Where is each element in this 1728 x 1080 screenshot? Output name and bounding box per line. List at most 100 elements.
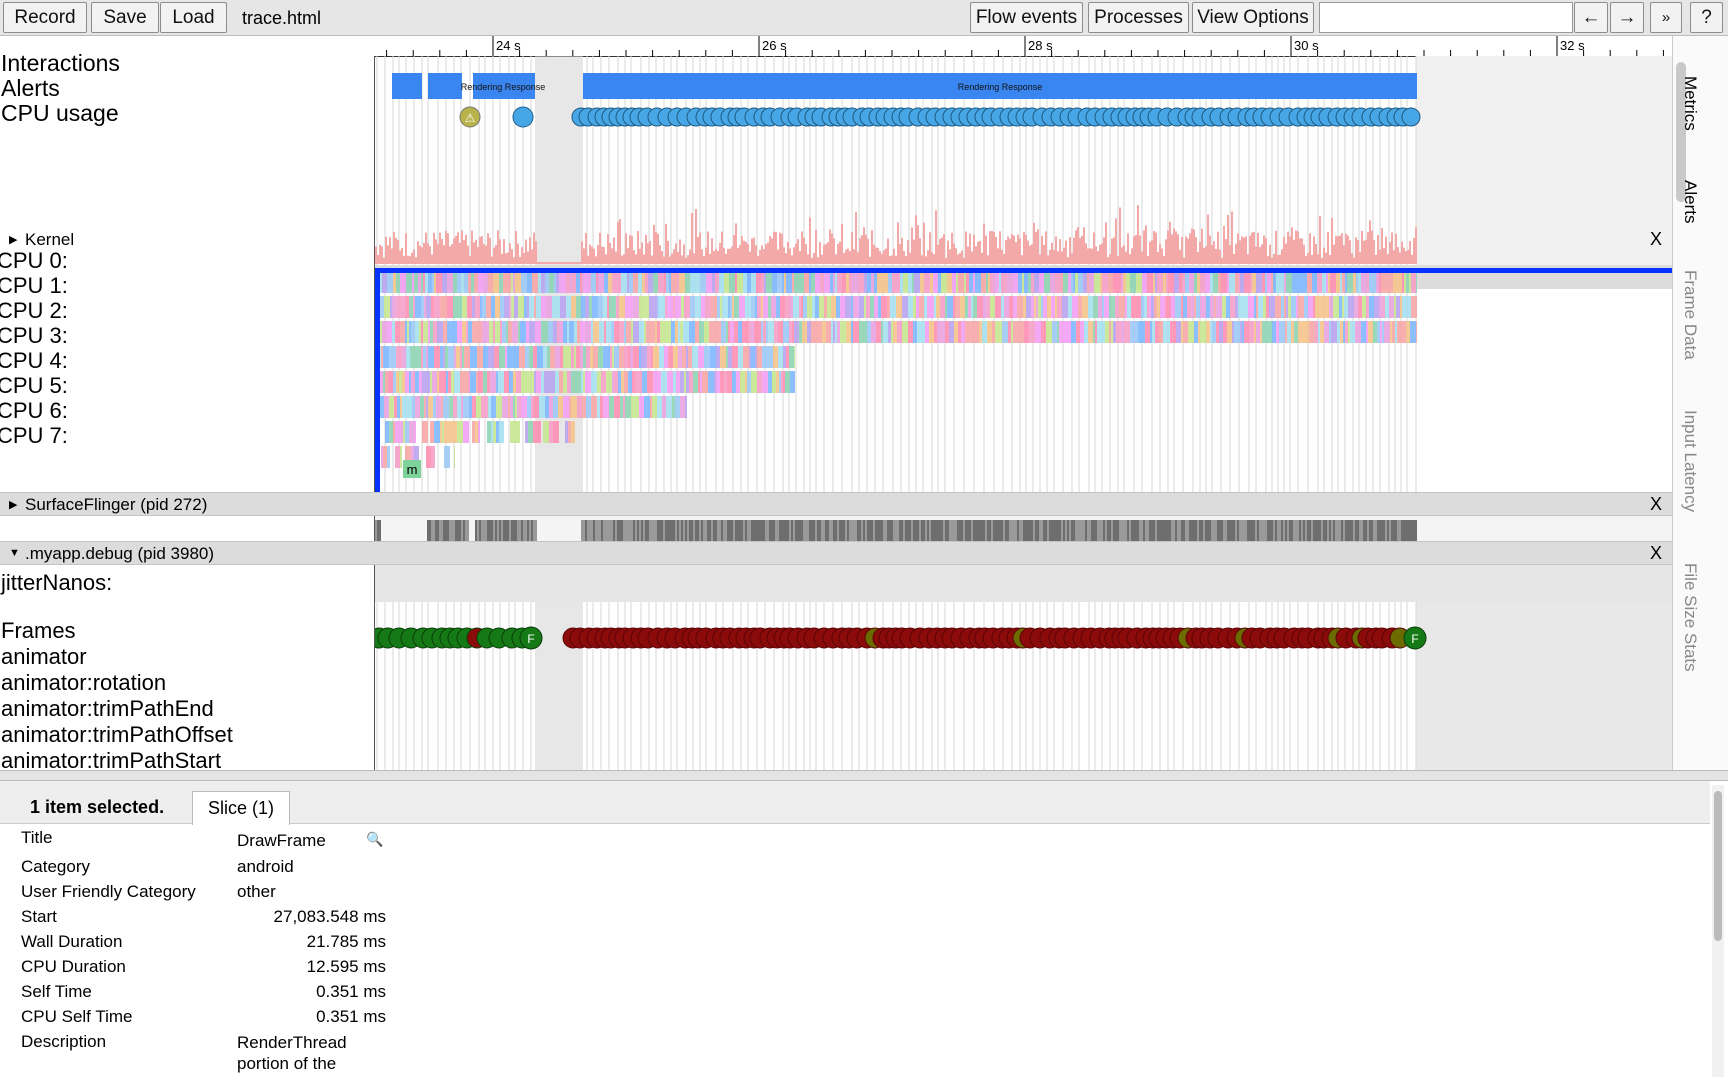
interaction-slice[interactable] bbox=[428, 73, 462, 99]
collapse-triangle-icon[interactable]: ▼ bbox=[9, 547, 20, 559]
surfaceflinger-slice bbox=[1413, 520, 1415, 542]
side-tab-frame-data[interactable]: Frame Data bbox=[1680, 270, 1700, 360]
cpu-slice bbox=[1383, 296, 1385, 318]
find-next-button[interactable]: → bbox=[1610, 2, 1644, 33]
cpu-slice bbox=[837, 321, 840, 343]
cpu-slice bbox=[1099, 321, 1105, 343]
surfaceflinger-slice bbox=[919, 520, 921, 542]
cpu-slice bbox=[1285, 321, 1287, 343]
cpu-slice bbox=[638, 271, 642, 293]
cpu-label: CPU 0: bbox=[0, 248, 68, 273]
surfaceflinger-slice bbox=[1171, 520, 1173, 542]
cpu-slice bbox=[569, 371, 571, 393]
search-icon[interactable]: 🔍 bbox=[366, 831, 383, 848]
save-button[interactable]: Save bbox=[91, 2, 159, 33]
flow-events-button[interactable]: Flow events bbox=[970, 2, 1083, 33]
analysis-scrollbar-thumb[interactable] bbox=[1714, 791, 1722, 941]
cpu-slice bbox=[929, 296, 934, 318]
surfaceflinger-slice bbox=[861, 520, 863, 542]
side-tab-alerts[interactable]: Alerts bbox=[1680, 180, 1700, 223]
cpu-slice bbox=[971, 321, 977, 343]
record-button[interactable]: Record bbox=[3, 2, 87, 33]
cpu-usage-bar bbox=[1253, 231, 1255, 264]
cpu-slice bbox=[1394, 296, 1396, 318]
cpu-usage-bar bbox=[1143, 230, 1145, 264]
cpu-slice bbox=[513, 346, 519, 368]
cpu-usage-bar bbox=[1283, 236, 1285, 264]
cpu-usage-bar bbox=[1401, 241, 1403, 264]
surfaceflinger-slice bbox=[1399, 520, 1401, 542]
myapp-close-button[interactable]: X bbox=[1650, 543, 1662, 564]
surfaceflinger-slice bbox=[463, 520, 465, 542]
surfaceflinger-slice bbox=[581, 520, 583, 542]
side-tab-metrics[interactable]: Metrics bbox=[1680, 76, 1700, 131]
cpu-slice bbox=[548, 321, 553, 343]
panel-splitter[interactable] bbox=[0, 770, 1728, 781]
surfaceflinger-slice bbox=[1327, 520, 1329, 542]
cpu-usage-bar bbox=[507, 252, 509, 264]
cpu-slice bbox=[428, 321, 430, 343]
load-button[interactable]: Load bbox=[160, 2, 227, 33]
cpu-slice bbox=[888, 321, 891, 343]
expand-triangle-icon[interactable]: ▶ bbox=[9, 498, 17, 511]
search-input[interactable] bbox=[1319, 2, 1573, 33]
cpu-slice bbox=[426, 296, 431, 318]
track-data-area[interactable]: Rendering Response Rendering Response ⚠ … bbox=[375, 56, 1672, 770]
cpu-slice bbox=[799, 321, 802, 343]
surfaceflinger-slice bbox=[1367, 520, 1369, 542]
label-divider[interactable] bbox=[374, 56, 375, 770]
cpu-slice bbox=[1136, 271, 1142, 293]
view-options-button[interactable]: View Options bbox=[1192, 2, 1314, 33]
processes-button[interactable]: Processes bbox=[1088, 2, 1189, 33]
cpu-usage-bar bbox=[1275, 230, 1277, 264]
surfaceflinger-slice bbox=[607, 520, 609, 542]
cpu-slice bbox=[678, 346, 682, 368]
track-canvas[interactable]: Rendering Response Rendering Response ⚠ … bbox=[375, 56, 1672, 770]
kernel-close-button[interactable]: X bbox=[1650, 229, 1662, 250]
surfaceflinger-slice bbox=[379, 520, 381, 542]
cpu-slice bbox=[557, 296, 560, 318]
surfaceflinger-slice bbox=[1033, 520, 1035, 542]
surfaceflinger-slice bbox=[1207, 520, 1209, 542]
cpu-slice bbox=[569, 396, 571, 418]
more-button[interactable]: » bbox=[1650, 2, 1682, 33]
myapp-section-header[interactable]: ▼ .myapp.debug (pid 3980) X bbox=[0, 541, 1672, 565]
cpu-usage-bar bbox=[481, 236, 483, 264]
cpu-slice bbox=[601, 371, 606, 393]
cpu-slice bbox=[939, 321, 945, 343]
expand-triangle-icon[interactable]: ▶ bbox=[9, 233, 17, 246]
cpu-usage-bar bbox=[625, 233, 627, 264]
cpu-slice bbox=[430, 371, 432, 393]
ruler-label-30s: 30 s bbox=[1294, 38, 1319, 53]
side-tab-file-size-stats[interactable]: File Size Stats bbox=[1680, 563, 1700, 672]
find-previous-button[interactable]: ← bbox=[1574, 2, 1608, 33]
surfaceflinger-slice bbox=[1183, 520, 1185, 542]
surfaceflinger-slice bbox=[1225, 520, 1227, 542]
interaction-slice[interactable] bbox=[392, 73, 422, 99]
cpu-usage-bar bbox=[729, 248, 731, 264]
cpu-slice bbox=[414, 421, 416, 443]
cpu-slice bbox=[603, 296, 607, 318]
help-button[interactable]: ? bbox=[1690, 2, 1723, 33]
cpu-usage-bar bbox=[891, 255, 893, 264]
alert-icon bbox=[1401, 107, 1421, 127]
surfaceflinger-slice bbox=[1347, 520, 1349, 542]
timeline-view[interactable]: 24 s 26 s 28 s 30 s 32 s Rendering Respo… bbox=[0, 36, 1672, 770]
cpu-slice bbox=[571, 296, 576, 318]
surfaceflinger-slice bbox=[975, 520, 977, 542]
cpu-slice bbox=[896, 296, 902, 318]
side-tab-input-latency[interactable]: Input Latency bbox=[1680, 410, 1700, 512]
cpu-slice bbox=[1062, 296, 1068, 318]
cpu-usage-bar bbox=[875, 247, 877, 264]
track-label-cpu-usage: CPU usage bbox=[1, 100, 119, 126]
cpu-usage-bar bbox=[745, 241, 747, 264]
time-ruler[interactable]: 24 s 26 s 28 s 30 s 32 s bbox=[375, 36, 1672, 57]
cpu-slice bbox=[1309, 321, 1315, 343]
surfaceflinger-section-header[interactable]: ▶ SurfaceFlinger (pid 272) X bbox=[0, 492, 1672, 516]
surfaceflinger-close-button[interactable]: X bbox=[1650, 494, 1662, 515]
cpu-usage-bar bbox=[411, 252, 413, 264]
surfaceflinger-slice bbox=[1269, 520, 1271, 542]
tab-slice[interactable]: Slice (1) bbox=[192, 791, 290, 825]
cpu-usage-bar bbox=[801, 231, 803, 264]
cpu-usage-bar bbox=[733, 235, 735, 264]
